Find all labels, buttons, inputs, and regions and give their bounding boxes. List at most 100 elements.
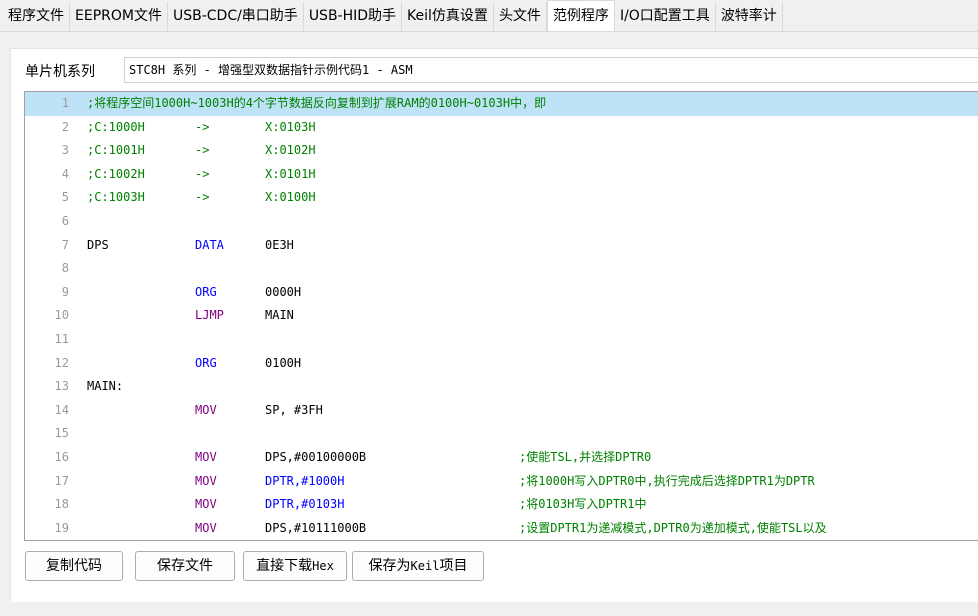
line-number: 13 <box>54 379 69 394</box>
line-number: 3 <box>61 143 69 158</box>
code-operand: X:0103H <box>265 119 316 134</box>
code-line: 19 MOV DPS,#10111000B ;设置DPTR1为递减模式,DPTR0为递… <box>25 517 978 540</box>
code-editor[interactable]: 1 ;将程序空间1000H~1003H的4个字节数据反向复制到扩展RAM的0100… <box>24 91 978 541</box>
line-number: 6 <box>61 213 69 228</box>
code-opcode: MOV <box>195 497 217 512</box>
line-number: 1 <box>61 96 69 110</box>
line-number: 4 <box>61 166 69 181</box>
code-line: 12 ORG 0100H <box>25 352 978 376</box>
code-line: 3 ;C:1001H -> X:0102H <box>25 139 978 163</box>
code-line: 11 <box>25 328 978 352</box>
line-number: 17 <box>54 473 69 488</box>
code-label: ;C:1001H <box>87 143 145 158</box>
copy-code-label: 复制代码 <box>46 558 102 574</box>
code-operand: X:0101H <box>265 166 316 181</box>
tab-6[interactable]: 范例程序 <box>546 0 615 31</box>
tab-1[interactable]: EEPROM文件 <box>70 2 168 31</box>
code-operand: DPS,#10111000B <box>265 520 367 535</box>
tab-2[interactable]: USB-CDC/串口助手 <box>167 2 304 31</box>
line-number: 10 <box>54 308 69 323</box>
code-operand: DPTR,#0103H <box>265 497 345 512</box>
code-comment: ;将0103H写入DPTR1中 <box>519 497 647 512</box>
tab-7[interactable]: I/O口配置工具 <box>614 2 716 31</box>
code-opcode: -> <box>195 166 210 181</box>
code-label: MAIN: <box>87 379 124 394</box>
code-line: 10 LJMP MAIN <box>25 304 978 328</box>
example-program-panel: 单片机系列 STC8H 系列 - 增强型双数据指针示例代码1 - ASM 1 ;将… <box>10 48 978 602</box>
tab-0[interactable]: 程序文件 <box>0 2 70 31</box>
series-select[interactable]: STC8H 系列 - 增强型双数据指针示例代码1 - ASM <box>124 57 978 83</box>
code-operand: DPS,#00100000B <box>265 449 367 464</box>
line-number: 5 <box>61 190 69 205</box>
series-label: 单片机系列 <box>25 64 95 80</box>
line-number: 11 <box>54 331 69 346</box>
code-line: 1 ;将程序空间1000H~1003H的4个字节数据反向复制到扩展RAM的0100… <box>25 92 978 116</box>
line-number: 12 <box>54 355 69 370</box>
download-hex-label-suffix: Hex <box>312 559 334 573</box>
code-operand: X:0102H <box>265 143 316 158</box>
copy-code-button[interactable]: 复制代码 <box>25 551 123 581</box>
code-opcode: MOV <box>195 449 217 464</box>
code-line: 4 ;C:1002H -> X:0101H <box>25 163 978 187</box>
download-hex-button[interactable]: 直接下载Hex <box>243 551 347 581</box>
code-line: 8 <box>25 257 978 281</box>
code-operand: 0100H <box>265 355 302 370</box>
code-operand: X:0100H <box>265 190 316 205</box>
line-number: 15 <box>54 426 69 441</box>
code-comment: ;将1000H写入DPTR0中,执行完成后选择DPTR1为DPTR <box>519 473 815 488</box>
save-keil-label-prefix: 保存为 <box>368 558 411 574</box>
code-label: ;C:1002H <box>87 166 145 181</box>
code-line: 16 MOV DPS,#00100000B ;使能TSL,并选择DPTR0 <box>25 446 978 470</box>
tab-3[interactable]: USB-HID助手 <box>303 2 403 31</box>
code-line: 15 <box>25 422 978 446</box>
line-number: 2 <box>61 119 69 134</box>
code-label: ;C:1003H <box>87 190 145 205</box>
tab-strip: 程序文件 EEPROM文件 USB-CDC/串口助手 USB-HID助手 Keil仿真设… <box>0 0 978 32</box>
line-number: 8 <box>61 261 69 276</box>
code-line: 9 ORG 0000H <box>25 281 978 305</box>
line-number: 9 <box>61 284 69 299</box>
code-opcode: LJMP <box>195 308 224 323</box>
tab-8[interactable]: 波特率计 <box>715 2 783 31</box>
save-file-button[interactable]: 保存文件 <box>135 551 235 581</box>
line-number: 18 <box>54 497 69 512</box>
download-hex-label-prefix: 直接下载 <box>256 558 313 574</box>
code-line: 5 ;C:1003H -> X:0100H <box>25 186 978 210</box>
code-opcode: -> <box>195 119 210 134</box>
code-comment: ;设置DPTR1为递减模式,DPTR0为递加模式,使能TSL以及 <box>519 520 827 535</box>
line-number: 16 <box>54 449 69 464</box>
code-opcode: MOV <box>195 473 217 488</box>
code-operand: 0E3H <box>265 237 294 252</box>
code-operand: MAIN <box>265 308 294 323</box>
code-line: 18 MOV DPTR,#0103H ;将0103H写入DPTR1中 <box>25 493 978 517</box>
code-comment: ;使能TSL,并选择DPTR0 <box>519 449 652 464</box>
code-label: DPS <box>87 237 109 252</box>
code-opcode: ORG <box>195 355 217 370</box>
save-file-label: 保存文件 <box>157 558 213 574</box>
series-row: 单片机系列 STC8H 系列 - 增强型双数据指针示例代码1 - ASM <box>11 56 978 84</box>
code-line: 17 MOV DPTR,#1000H ;将1000H写入DPTR0中,执行完成后选择D… <box>25 470 978 494</box>
code-operand: 0000H <box>265 284 302 299</box>
save-keil-label-mid: Keil <box>410 559 440 573</box>
code-opcode: -> <box>195 143 210 158</box>
line-number: 14 <box>54 402 69 417</box>
code-opcode: MOV <box>195 402 217 417</box>
save-keil-project-button[interactable]: 保存为Keil项目 <box>352 551 484 581</box>
code-line: 14 MOV SP, #3FH <box>25 399 978 423</box>
code-opcode: MOV <box>195 520 217 535</box>
tab-5[interactable]: 头文件 <box>493 2 547 31</box>
code-operand: SP, #3FH <box>265 402 323 417</box>
code-line: 13 MAIN: <box>25 375 978 399</box>
code-line: 2 ;C:1000H -> X:0103H <box>25 116 978 140</box>
code-opcode: -> <box>195 190 210 205</box>
tab-4[interactable]: Keil仿真设置 <box>402 2 494 31</box>
line-number: 19 <box>54 520 69 535</box>
code-opcode: DATA <box>195 237 224 252</box>
code-comment-full: ;将程序空间1000H~1003H的4个字节数据反向复制到扩展RAM的0100H… <box>87 96 547 110</box>
code-label: ;C:1000H <box>87 119 145 134</box>
save-keil-label-suffix: 项目 <box>439 558 468 574</box>
code-line: 6 <box>25 210 978 234</box>
code-line: 7 DPS DATA 0E3H <box>25 234 978 258</box>
code-operand: DPTR,#1000H <box>265 473 345 488</box>
code-opcode: ORG <box>195 284 217 299</box>
